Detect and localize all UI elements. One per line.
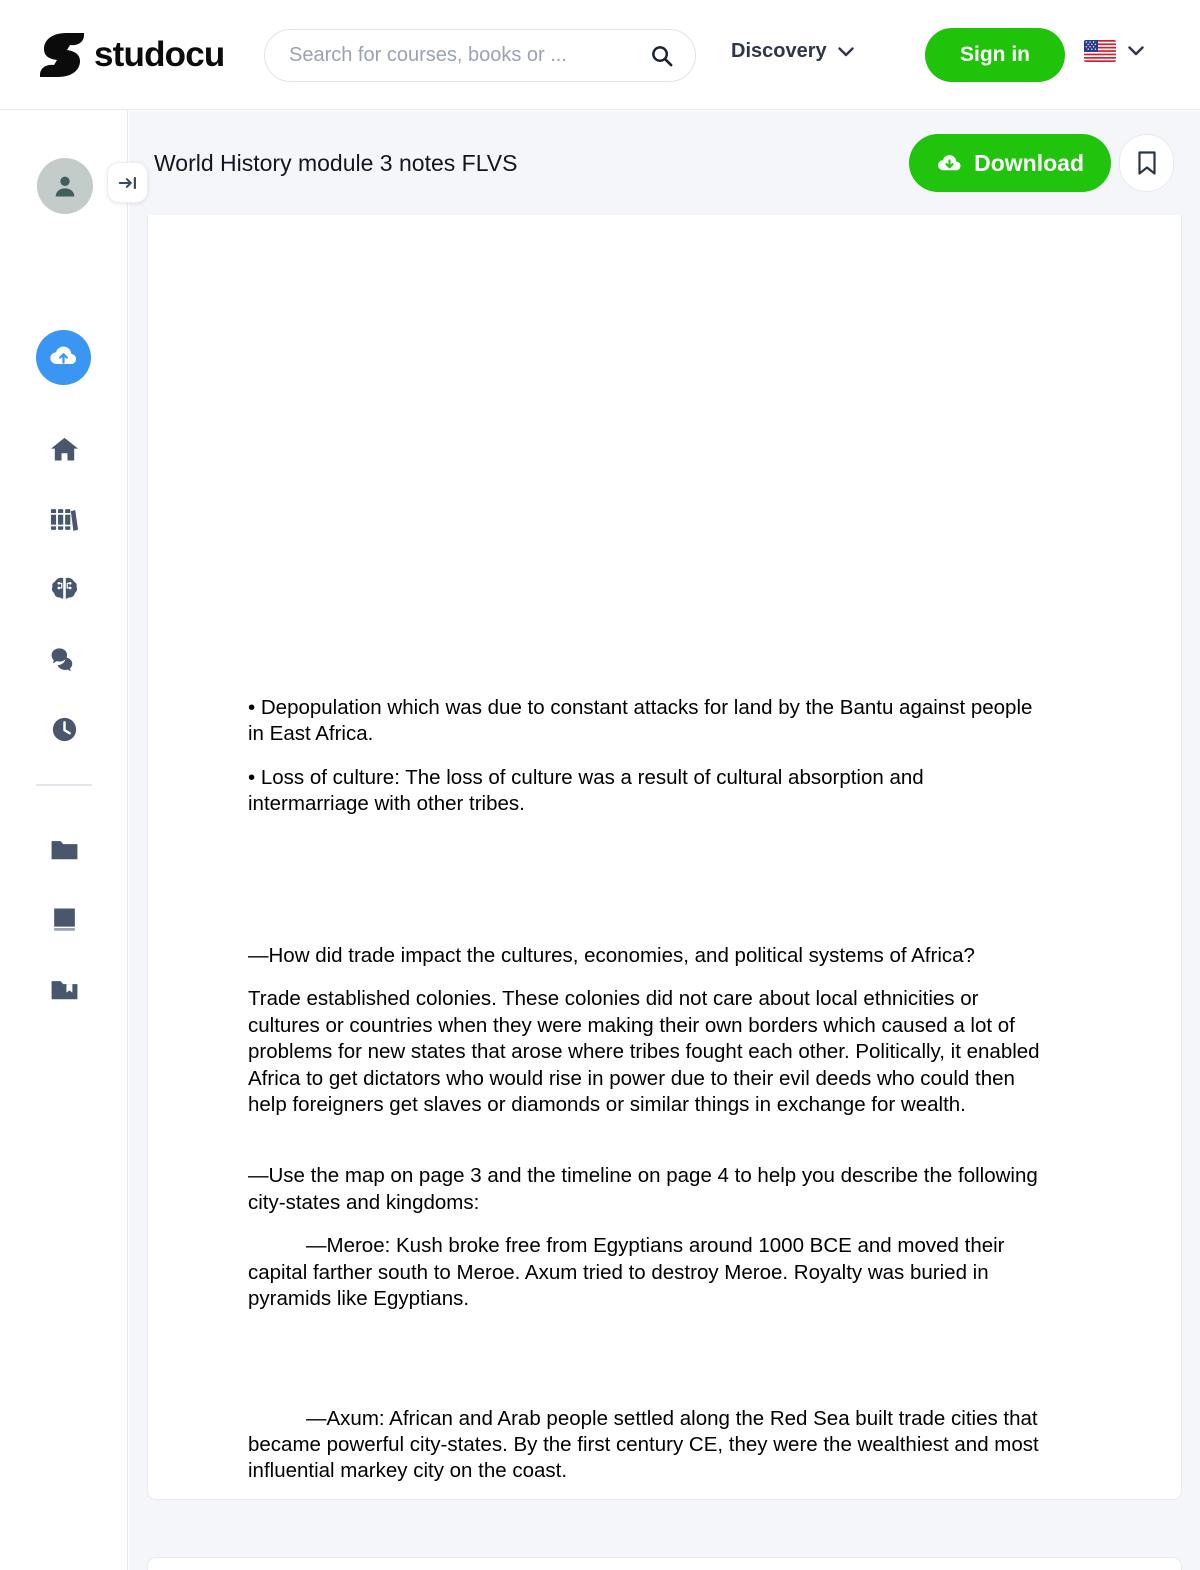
user-avatar-icon bbox=[55, 176, 75, 197]
doc-bullet-2: • Loss of culture: The loss of culture w… bbox=[248, 765, 924, 816]
chevron-down-icon bbox=[1128, 46, 1144, 56]
chevron-down-icon bbox=[837, 46, 854, 56]
sidebar-item-upload[interactable] bbox=[36, 330, 91, 385]
studocu-logo[interactable]: studocu bbox=[40, 32, 225, 78]
doc-question-2: —Use the map on page 3 and the timeline … bbox=[248, 1164, 1038, 1214]
doc-bullet-1: • Depopulation which was due to constant… bbox=[248, 696, 1033, 746]
brain-ai-icon bbox=[51, 577, 77, 599]
sidebar-item-chat[interactable] bbox=[40, 635, 88, 683]
document-viewer[interactable]: • Depopulation which was due to constant… bbox=[129, 215, 1200, 1570]
home-icon bbox=[50, 437, 78, 460]
cloud-download-icon bbox=[938, 154, 961, 170]
top-navigation-bar: studocu Discovery Sign in bbox=[0, 0, 1200, 110]
sidebar-item-recent[interactable] bbox=[40, 705, 88, 753]
folder-bookmark-icon bbox=[51, 980, 77, 999]
studocu-wordmark: studocu bbox=[94, 34, 225, 74]
cloud-upload-icon bbox=[50, 346, 77, 364]
library-books-icon bbox=[50, 508, 78, 531]
language-switcher[interactable] bbox=[1084, 40, 1144, 62]
sidebar-item-ai-assistant[interactable] bbox=[40, 565, 88, 613]
download-button[interactable]: Download bbox=[909, 134, 1111, 192]
doc-spacer bbox=[248, 1135, 1043, 1163]
search-input[interactable] bbox=[289, 44, 650, 67]
doc-item-meroe: —Meroe: Kush broke free from Egyptians a… bbox=[248, 1234, 1005, 1311]
search-bar[interactable] bbox=[264, 29, 696, 82]
doc-answer-1: Trade established colonies. These coloni… bbox=[248, 987, 1040, 1116]
page-title: World History module 3 notes FLVS bbox=[154, 149, 518, 176]
chat-bubbles-icon bbox=[51, 647, 72, 671]
sidebar-item-library[interactable] bbox=[40, 495, 88, 543]
sidebar-item-my-courses[interactable] bbox=[40, 895, 88, 943]
discovery-menu[interactable]: Discovery bbox=[731, 40, 854, 63]
sidebar-item-home[interactable] bbox=[40, 425, 88, 473]
doc-item-axum: —Axum: African and Arab people settled a… bbox=[248, 1406, 1039, 1483]
left-sidebar bbox=[0, 110, 128, 1570]
doc-spacer bbox=[248, 1502, 1043, 1570]
folder-icon bbox=[51, 840, 77, 859]
discovery-label: Discovery bbox=[731, 40, 827, 62]
document-header: World History module 3 notes FLVS Downlo… bbox=[129, 111, 1200, 215]
download-label: Download bbox=[974, 149, 1084, 176]
clock-history-icon bbox=[52, 717, 76, 741]
document-text-content: • Depopulation which was due to constant… bbox=[248, 695, 1043, 1570]
doc-spacer bbox=[248, 1330, 1043, 1406]
expand-sidebar-icon bbox=[118, 176, 136, 189]
us-flag-icon bbox=[1084, 40, 1116, 62]
sidebar-item-saved[interactable] bbox=[40, 965, 88, 1013]
avatar[interactable] bbox=[37, 158, 93, 214]
book-icon bbox=[53, 908, 75, 931]
doc-question-1: —How did trade impact the cultures, econ… bbox=[248, 943, 975, 967]
bookmark-button[interactable] bbox=[1119, 134, 1174, 192]
sign-in-button[interactable]: Sign in bbox=[925, 28, 1065, 82]
sidebar-divider bbox=[36, 784, 92, 786]
search-icon[interactable] bbox=[650, 44, 673, 67]
doc-spacer bbox=[248, 835, 1043, 943]
sidebar-item-my-documents[interactable] bbox=[40, 825, 88, 873]
expand-sidebar-button[interactable] bbox=[107, 162, 148, 203]
studocu-logo-icon bbox=[40, 32, 84, 77]
bookmark-icon bbox=[1137, 151, 1156, 175]
